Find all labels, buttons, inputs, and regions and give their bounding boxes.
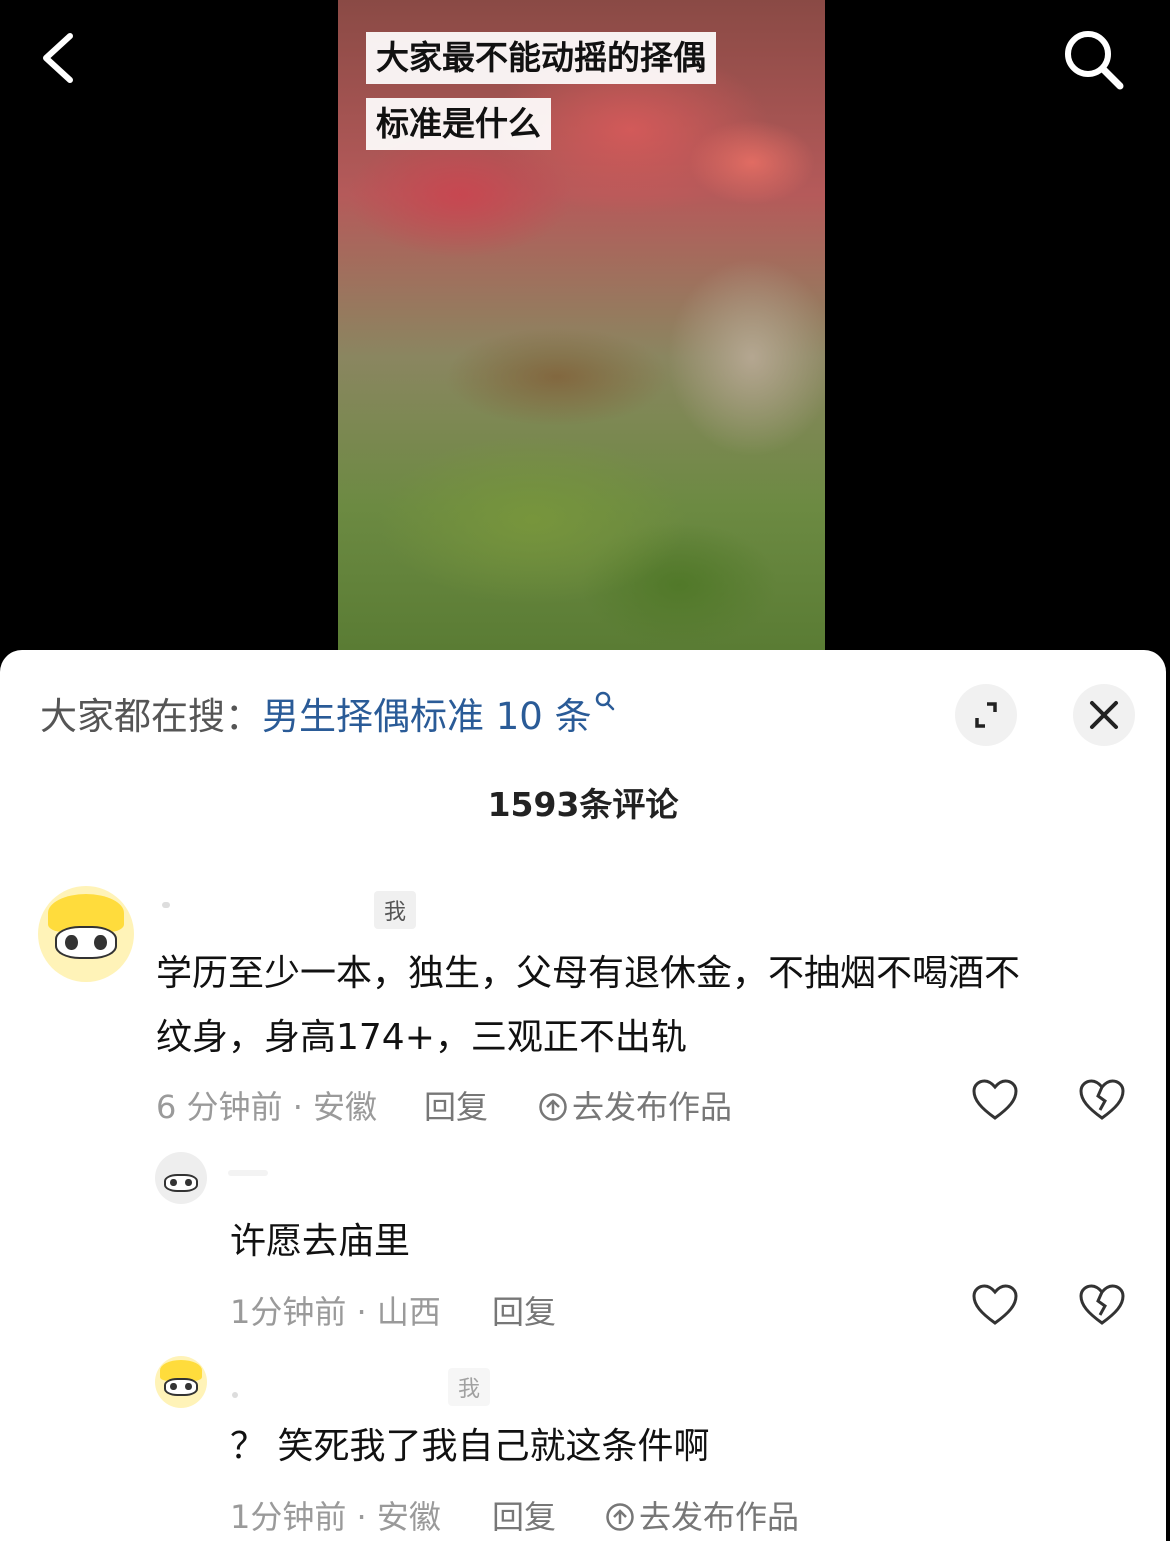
like-button[interactable] xyxy=(971,1078,1019,1122)
avatar[interactable] xyxy=(155,1356,207,1408)
comment-text: 许愿去庙里 xyxy=(230,1221,411,1262)
upload-circle-icon xyxy=(539,1093,567,1121)
reply-button[interactable]: 回复 xyxy=(424,1082,488,1128)
dislike-button[interactable] xyxy=(1078,1078,1126,1122)
comment-meta: 1分钟前 · 安徽 xyxy=(230,1498,441,1536)
back-button[interactable] xyxy=(30,26,90,90)
expand-icon xyxy=(975,702,997,728)
search-suggestion-term[interactable]: 男生择偶标准 10 条 xyxy=(262,695,592,738)
comments-sheet: 大家都在搜：男生择偶标准 10 条 1593条评论 我 学历至少一本，独生，父母… xyxy=(0,650,1166,1541)
heart-icon xyxy=(972,1284,1018,1325)
video-title-line-2: 标准是什么 xyxy=(366,98,551,150)
search-button[interactable] xyxy=(1058,24,1128,94)
comment-meta: 6 分钟前 · 安徽 xyxy=(156,1088,378,1126)
avatar[interactable] xyxy=(155,1152,207,1204)
search-icon xyxy=(1065,31,1124,90)
broken-heart-icon xyxy=(1079,1284,1125,1325)
reply-button[interactable]: 回复 xyxy=(492,1492,556,1538)
publish-label: 去发布作品 xyxy=(572,1088,733,1126)
comment-text: 学历至少一本，独生，父母有退休金，不抽烟不喝酒不 纹身，身高174+，三观正不出… xyxy=(156,942,1136,1070)
avatar[interactable] xyxy=(38,886,134,982)
comment-text-line: 学历至少一本，独生，父母有退休金，不抽烟不喝酒不 xyxy=(156,953,1021,994)
comment-meta: 1分钟前 · 山西 xyxy=(230,1293,441,1331)
username-redacted xyxy=(162,902,170,908)
avatar-face xyxy=(164,1173,198,1192)
username-redacted xyxy=(232,1392,238,1398)
comment-text: ？ 笑死我了我自己就这条件啊 xyxy=(230,1426,710,1467)
video-title-overlay: 大家最不能动摇的择偶 标准是什么 xyxy=(366,32,716,150)
publish-label: 去发布作品 xyxy=(639,1498,800,1536)
close-button[interactable] xyxy=(1073,684,1135,746)
close-icon xyxy=(1090,701,1118,729)
comment-count: 1593条评论 xyxy=(487,785,679,824)
heart-icon xyxy=(972,1079,1018,1120)
back-arrow-icon xyxy=(43,33,73,83)
avatar-face xyxy=(55,926,117,959)
broken-heart-icon xyxy=(1079,1079,1125,1120)
me-tag: 我 xyxy=(374,891,417,929)
me-tag: 我 xyxy=(448,1368,491,1406)
publish-work-button[interactable]: 去发布作品 xyxy=(605,1492,799,1538)
video-area[interactable]: 大家最不能动摇的择偶 标准是什么 xyxy=(0,0,1170,660)
avatar-face xyxy=(164,1377,198,1396)
video-title-line-1: 大家最不能动摇的择偶 xyxy=(366,32,716,84)
search-suggestion-prefix: 大家都在搜： xyxy=(40,695,262,738)
expand-button[interactable] xyxy=(955,684,1017,746)
username-redacted xyxy=(228,1170,268,1176)
upload-circle-icon xyxy=(606,1503,634,1531)
dislike-button[interactable] xyxy=(1078,1283,1126,1327)
like-button[interactable] xyxy=(971,1283,1019,1327)
comment-text-line: 纹身，身高174+，三观正不出轨 xyxy=(156,1017,687,1058)
search-suggestion[interactable]: 大家都在搜：男生择偶标准 10 条 xyxy=(40,686,616,740)
small-search-icon xyxy=(595,691,614,711)
reply-button[interactable]: 回复 xyxy=(492,1287,556,1333)
publish-work-button[interactable]: 去发布作品 xyxy=(538,1082,732,1128)
